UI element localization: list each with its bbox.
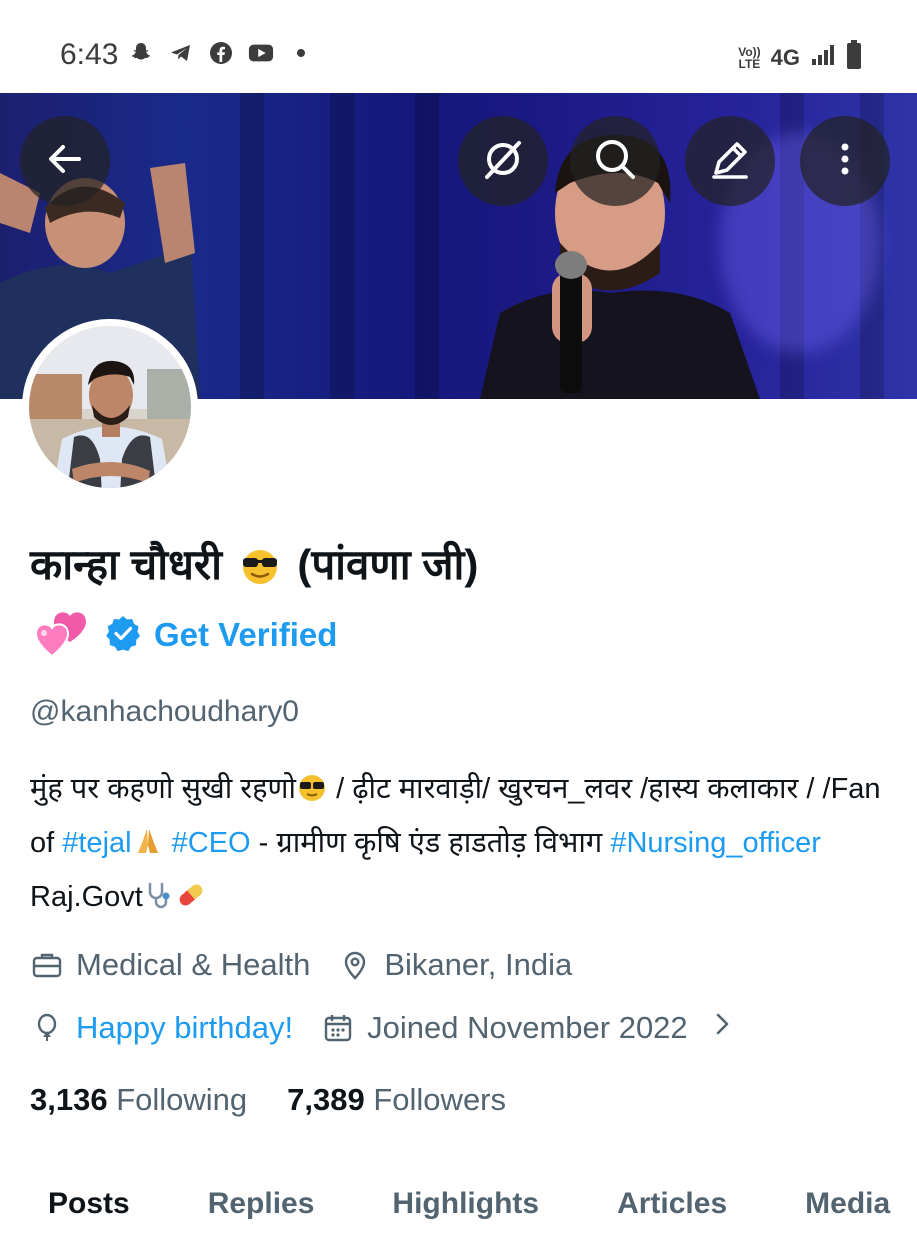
chevron-right-icon[interactable]: [710, 1010, 734, 1046]
battery-icon: [846, 40, 862, 75]
followers-label: Followers: [373, 1082, 507, 1117]
balloon-icon: [30, 1011, 64, 1045]
volte-bottom: LTE: [738, 56, 761, 71]
stethoscope-emoji-icon: [143, 875, 175, 909]
profile-tabs: Posts Replies Highlights Articles Media: [0, 1175, 917, 1235]
hashtag-tejal[interactable]: #tejal: [62, 827, 131, 859]
notification-icons: [128, 40, 314, 66]
status-bar: 6:43 Vo)) LTE 4G: [0, 0, 917, 93]
telegram-icon: [168, 40, 194, 66]
curtain-fold: [330, 93, 354, 399]
following-label: Following: [116, 1082, 248, 1117]
youtube-icon: [248, 40, 274, 66]
joined-date: Joined November 2022: [367, 1010, 688, 1045]
more-icon: [825, 139, 865, 184]
edit-icon: [706, 135, 754, 188]
system-icons: Vo)) LTE 4G: [738, 40, 862, 75]
network-type: 4G: [770, 44, 800, 70]
volte-indicator: Vo)) LTE: [738, 46, 760, 70]
back-button[interactable]: [20, 116, 110, 206]
profile-meta-row: Medical & Health Bikaner, India: [30, 947, 572, 983]
avatar[interactable]: [22, 319, 198, 495]
grok-button[interactable]: [458, 116, 548, 206]
tab-replies[interactable]: Replies: [160, 1175, 345, 1235]
facebook-icon: [208, 40, 234, 66]
pill-emoji-icon: [175, 875, 207, 907]
hashtag-ceo[interactable]: #CEO: [172, 827, 251, 859]
curtain-fold: [415, 93, 439, 399]
followers-link[interactable]: 7,389 Followers: [287, 1082, 506, 1118]
bio-text: [164, 827, 172, 859]
follow-stats: 3,136 Following 7,389 Followers: [30, 1082, 506, 1118]
profile-bio: मुंह पर कहणो सुखी रहणो / ढ़ीट मारवाड़ी/ …: [30, 762, 890, 924]
bio-text: - ग्रामीण कृषि एंड हाडतोड़ विभाग: [250, 827, 611, 859]
tab-posts[interactable]: Posts: [0, 1175, 160, 1235]
folded-hands-emoji-icon: [132, 821, 164, 853]
profile-meta-row: Happy birthday! Joined November 2022: [30, 1010, 734, 1046]
profile-name: कान्हा चौधरी (पांवणा जी): [30, 535, 478, 592]
sunglasses-emoji-icon: [296, 767, 328, 801]
verified-badge-icon[interactable]: [104, 614, 142, 657]
tab-media[interactable]: Media: [757, 1175, 917, 1235]
profile-handle: @kanhachoudhary0: [30, 695, 299, 728]
get-verified-link[interactable]: Get Verified: [154, 616, 337, 654]
edit-button[interactable]: [685, 116, 775, 206]
briefcase-icon: [30, 948, 64, 982]
status-time: 6:43: [60, 38, 119, 71]
calendar-icon: [321, 1011, 355, 1045]
bio-text: Raj.Govt: [30, 881, 143, 913]
tab-highlights[interactable]: Highlights: [344, 1175, 569, 1235]
bio-text: मुंह पर कहणो सुखी रहणो: [30, 773, 297, 805]
curtain-fold: [240, 93, 264, 399]
grok-icon: [479, 135, 527, 188]
tab-articles[interactable]: Articles: [569, 1175, 757, 1235]
birthday-link[interactable]: Happy birthday!: [76, 1010, 293, 1046]
profile-location: Bikaner, India: [384, 947, 573, 982]
more-options-button[interactable]: [800, 116, 890, 206]
location-pin-icon: [338, 948, 372, 982]
verification-row: Get Verified: [30, 605, 337, 665]
sunglasses-emoji-icon: [234, 545, 286, 585]
display-name-suffix: (पांवणा जी): [297, 541, 479, 588]
profile-category: Medical & Health: [76, 947, 311, 982]
following-count: 3,136: [30, 1082, 108, 1117]
search-icon: [591, 135, 639, 188]
volte-top: Vo)): [738, 44, 761, 59]
dot-icon: [288, 40, 314, 66]
signal-icon: [810, 43, 836, 72]
display-name: कान्हा चौधरी: [30, 541, 222, 588]
hashtag-nursing-officer[interactable]: #Nursing_officer: [610, 827, 821, 859]
search-button[interactable]: [570, 116, 660, 206]
snapchat-icon: [128, 40, 154, 66]
following-link[interactable]: 3,136 Following: [30, 1082, 247, 1118]
two-hearts-emoji-icon: [30, 606, 92, 664]
followers-count: 7,389: [287, 1082, 365, 1117]
back-arrow-icon: [43, 137, 87, 186]
